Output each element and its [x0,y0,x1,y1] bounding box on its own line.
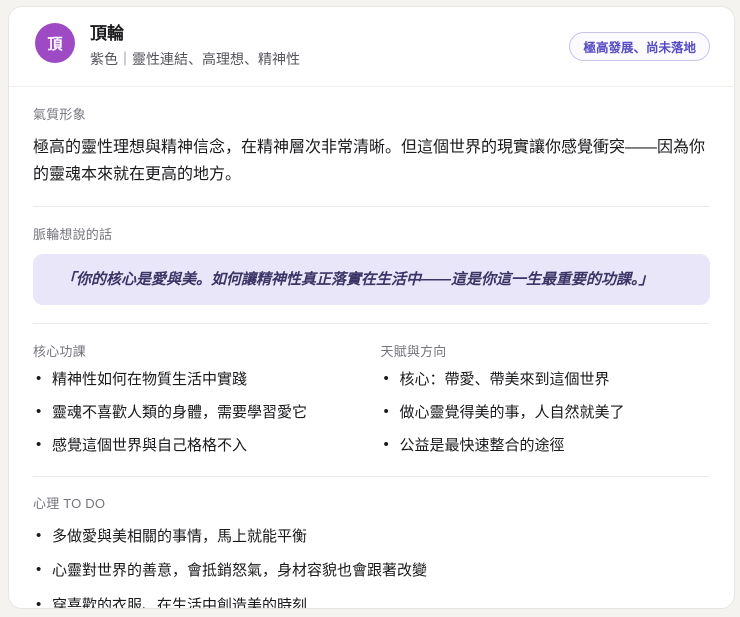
list-item: 穿喜歡的衣服、在生活中創造美的時刻 [33,596,710,608]
title-block: 頂輪 紫色｜靈性連結、高理想、精神性 [90,23,300,69]
section-label-temperament: 氣質形象 [33,107,86,123]
status-badge: 極高發展、尚未落地 [569,31,710,61]
list-item: 靈魂不喜歡人類的身體，需要學習愛它 [33,403,363,423]
column-gifts: 天賦與方向 核心：帶愛、帶美來到這個世界 做心靈覺得美的事，人自然就美了 公益是… [381,341,711,455]
core-lessons-list: 精神性如何在物質生活中實踐 靈魂不喜歡人類的身體，需要學習愛它 感覺這個世界與自… [33,370,363,456]
section-todo: 心理 TO DO 多做愛與美相關的事情，馬上就能平衡 心靈對世界的善意，會抵銷怒… [9,477,734,609]
list-item: 感覺這個世界與自己格格不入 [33,436,363,456]
list-item: 精神性如何在物質生活中實踐 [33,370,363,390]
list-item: 多做愛與美相關的事情，馬上就能平衡 [33,527,710,547]
card-header: 頂 頂輪 紫色｜靈性連結、高理想、精神性 極高發展、尚未落地 [9,7,734,88]
section-label-gifts: 天賦與方向 [380,344,447,360]
list-item: 公益是最快速整合的途徑 [381,436,711,456]
temperament-text: 極高的靈性理想與精神信念，在精神層次非常清晰。但這個世界的現實讓你感覺衝突——因… [33,139,706,184]
gifts-list: 核心：帶愛、帶美來到這個世界 做心靈覺得美的事，人自然就美了 公益是最快速整合的… [381,370,711,456]
chakra-quote: 「你的核心是愛與美。如何讓精神性真正落實在生活中——這是你這一生最重要的功課。」 [33,254,710,306]
page-title: 頂輪 [90,24,124,43]
todo-list: 多做愛與美相關的事情，馬上就能平衡 心靈對世界的善意，會抵銷怒氣，身材容貌也會跟… [33,527,710,608]
list-item: 心靈對世界的善意，會抵銷怒氣，身材容貌也會跟著改變 [33,561,710,581]
list-item: 核心：帶愛、帶美來到這個世界 [381,370,711,390]
list-item: 做心靈覺得美的事，人自然就美了 [381,403,711,423]
section-label-core-lessons: 核心功課 [33,344,86,360]
column-core-lessons: 核心功課 精神性如何在物質生活中實踐 靈魂不喜歡人類的身體，需要學習愛它 感覺這… [33,341,363,455]
section-columns: 核心功課 精神性如何在物質生活中實踐 靈魂不喜歡人類的身體，需要學習愛它 感覺這… [9,324,734,475]
section-label-quote: 脈輪想說的話 [33,227,113,243]
chakra-card: 頂 頂輪 紫色｜靈性連結、高理想、精神性 極高發展、尚未落地 氣質形象 極高的靈… [8,6,735,609]
section-temperament: 氣質形象 極高的靈性理想與精神信念，在精神層次非常清晰。但這個世界的現實讓你感覺… [9,87,734,206]
section-quote: 脈輪想說的話 「你的核心是愛與美。如何讓精神性真正落實在生活中——這是你這一生最… [9,207,734,323]
crown-chakra-avatar-icon: 頂 [35,23,75,63]
page-subtitle: 紫色｜靈性連結、高理想、精神性 [90,51,300,68]
section-label-todo: 心理 TO DO [33,495,106,511]
